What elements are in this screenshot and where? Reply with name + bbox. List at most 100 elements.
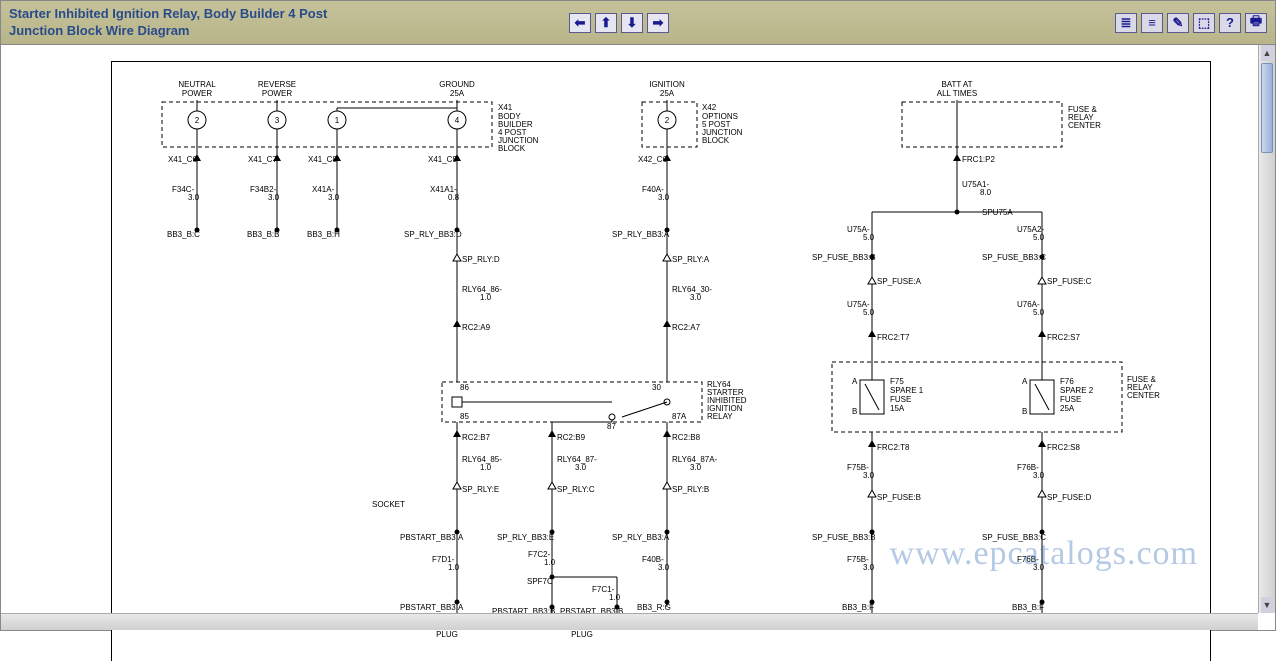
svg-text:0.8: 0.8 <box>448 193 460 202</box>
svg-text:SP_FUSE_BB3:C: SP_FUSE_BB3:C <box>982 253 1046 262</box>
svg-text:SP_FUSE_BB3:B: SP_FUSE_BB3:B <box>812 533 876 542</box>
svg-text:3.0: 3.0 <box>690 293 702 302</box>
page-title: Starter Inhibited Ignition Relay, Body B… <box>9 6 329 39</box>
tool-print-button[interactable]: 🖶 <box>1245 13 1267 33</box>
svg-text:3.0: 3.0 <box>575 463 587 472</box>
nav-down-button[interactable]: ⬇ <box>621 13 643 33</box>
svg-text:BB3_B:H: BB3_B:H <box>307 230 340 239</box>
svg-text:IGNITION: IGNITION <box>649 80 685 89</box>
svg-text:SP_RLY:D: SP_RLY:D <box>462 255 500 264</box>
svg-text:2: 2 <box>665 116 670 125</box>
svg-text:X42: X42 <box>702 103 717 112</box>
svg-text:25A: 25A <box>1060 404 1075 413</box>
svg-text:FRC1:P2: FRC1:P2 <box>962 155 995 164</box>
svg-text:15A: 15A <box>890 404 905 413</box>
svg-text:25A: 25A <box>450 89 465 98</box>
svg-text:SP_RLY:E: SP_RLY:E <box>462 485 499 494</box>
svg-text:BB3_B:C: BB3_B:C <box>167 230 200 239</box>
svg-text:86: 86 <box>460 383 469 392</box>
svg-text:POWER: POWER <box>182 89 212 98</box>
svg-text:SOCKET: SOCKET <box>372 500 405 509</box>
tool-view1-button[interactable]: ≣ <box>1115 13 1137 33</box>
nav-up-button[interactable]: ⬆ <box>595 13 617 33</box>
diagram-viewport: X41 BODY BUILDER 4 POST JUNCTION BLOCK X… <box>1 45 1258 613</box>
svg-text:SPF7C: SPF7C <box>527 577 553 586</box>
svg-text:BLOCK: BLOCK <box>498 144 526 153</box>
horizontal-scrollbar[interactable] <box>1 613 1258 630</box>
svg-text:BB3_B:F: BB3_B:F <box>842 603 874 612</box>
svg-text:PLUG: PLUG <box>436 630 458 639</box>
scroll-thumb[interactable] <box>1261 63 1273 153</box>
svg-text:X41_C9: X41_C9 <box>428 155 457 164</box>
toolbar: Starter Inhibited Ignition Relay, Body B… <box>1 1 1275 45</box>
svg-text:3.0: 3.0 <box>658 563 670 572</box>
svg-text:SP_FUSE:A: SP_FUSE:A <box>877 277 922 286</box>
nav-buttons: ⬅ ⬆ ⬇ ➡ <box>569 13 669 33</box>
svg-text:3.0: 3.0 <box>188 193 200 202</box>
svg-text:SP_FUSE:B: SP_FUSE:B <box>877 493 921 502</box>
svg-text:ALL TIMES: ALL TIMES <box>937 89 977 98</box>
svg-text:SP_RLY_BB3:E: SP_RLY_BB3:E <box>497 533 554 542</box>
svg-text:A: A <box>1022 377 1028 386</box>
svg-text:25A: 25A <box>660 89 675 98</box>
svg-text:3.0: 3.0 <box>1033 563 1045 572</box>
svg-text:BB3_B:B: BB3_B:B <box>247 230 279 239</box>
svg-text:SP_RLY:A: SP_RLY:A <box>672 255 710 264</box>
vertical-scrollbar[interactable]: ▲ ▼ <box>1258 45 1275 613</box>
svg-text:5.0: 5.0 <box>1033 233 1045 242</box>
svg-text:SP_RLY_BB3:D: SP_RLY_BB3:D <box>404 230 462 239</box>
svg-text:SPARE 1: SPARE 1 <box>890 386 924 395</box>
svg-text:87A: 87A <box>672 412 687 421</box>
svg-text:FRC2:S8: FRC2:S8 <box>1047 443 1080 452</box>
svg-text:30: 30 <box>652 383 661 392</box>
tool-edit-button[interactable]: ✎ <box>1167 13 1189 33</box>
tool-help-button[interactable]: ? <box>1219 13 1241 33</box>
app-window: Starter Inhibited Ignition Relay, Body B… <box>0 0 1276 631</box>
svg-text:X41: X41 <box>498 103 513 112</box>
svg-text:1.0: 1.0 <box>448 563 460 572</box>
svg-text:FUSE: FUSE <box>890 395 911 404</box>
svg-text:3.0: 3.0 <box>863 563 875 572</box>
svg-text:1.0: 1.0 <box>609 593 621 602</box>
svg-text:FUSE: FUSE <box>1060 395 1081 404</box>
svg-text:3: 3 <box>275 116 280 125</box>
svg-text:X42_C6: X42_C6 <box>638 155 667 164</box>
svg-text:RC2:A7: RC2:A7 <box>672 323 701 332</box>
svg-text:BLOCK: BLOCK <box>702 136 730 145</box>
scroll-up-icon[interactable]: ▲ <box>1261 45 1273 61</box>
tool-view2-button[interactable]: ≡ <box>1141 13 1163 33</box>
diagram-frame: X41 BODY BUILDER 4 POST JUNCTION BLOCK X… <box>111 61 1211 661</box>
title-line2: Junction Block Wire Diagram <box>9 23 329 39</box>
svg-text:1.0: 1.0 <box>480 293 492 302</box>
svg-text:FRC2:T7: FRC2:T7 <box>877 333 910 342</box>
svg-text:POWER: POWER <box>262 89 292 98</box>
toolbar-right: ≣ ≡ ✎ ⬚ ? 🖶 <box>1115 13 1267 33</box>
svg-text:1.0: 1.0 <box>544 558 556 567</box>
svg-text:X41_C8: X41_C8 <box>308 155 337 164</box>
nav-left-button[interactable]: ⬅ <box>569 13 591 33</box>
svg-text:1: 1 <box>335 116 340 125</box>
svg-text:SPARE 2: SPARE 2 <box>1060 386 1094 395</box>
svg-text:SP_RLY:C: SP_RLY:C <box>557 485 595 494</box>
svg-text:RC2:B9: RC2:B9 <box>557 433 586 442</box>
svg-text:FRC2:S7: FRC2:S7 <box>1047 333 1080 342</box>
svg-text:RC2:B8: RC2:B8 <box>672 433 701 442</box>
svg-text:X41_C6: X41_C6 <box>168 155 197 164</box>
svg-text:BB3_R:G: BB3_R:G <box>637 603 671 612</box>
wiring-diagram: X41 BODY BUILDER 4 POST JUNCTION BLOCK X… <box>112 62 1211 661</box>
svg-text:PLUG: PLUG <box>571 630 593 639</box>
svg-text:SP_FUSE_BB3:C: SP_FUSE_BB3:C <box>982 533 1046 542</box>
nav-right-button[interactable]: ➡ <box>647 13 669 33</box>
svg-text:85: 85 <box>460 412 469 421</box>
svg-text:BATT AT: BATT AT <box>941 80 972 89</box>
svg-text:3.0: 3.0 <box>690 463 702 472</box>
svg-text:2: 2 <box>195 116 200 125</box>
svg-text:RC2:A9: RC2:A9 <box>462 323 491 332</box>
svg-text:5.0: 5.0 <box>863 308 875 317</box>
svg-text:8.0: 8.0 <box>980 188 992 197</box>
svg-text:GROUND: GROUND <box>439 80 475 89</box>
svg-text:1.0: 1.0 <box>480 463 492 472</box>
tool-window-button[interactable]: ⬚ <box>1193 13 1215 33</box>
scroll-down-icon[interactable]: ▼ <box>1261 597 1273 613</box>
svg-text:NEUTRAL: NEUTRAL <box>178 80 216 89</box>
